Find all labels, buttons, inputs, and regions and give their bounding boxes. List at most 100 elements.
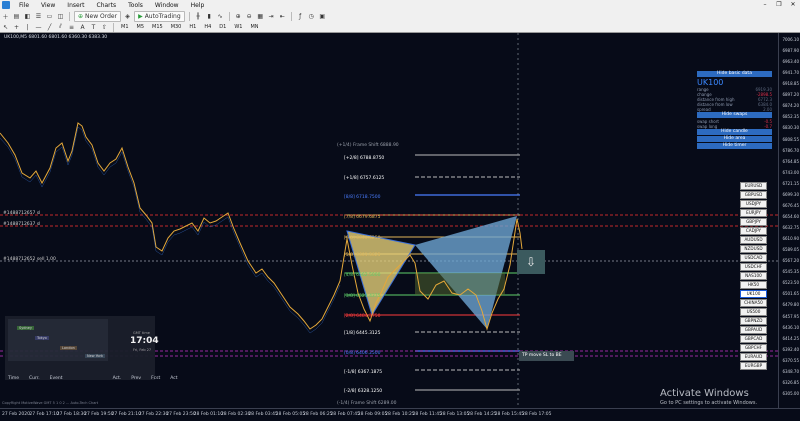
fibonacci-icon[interactable]: ≡ — [67, 23, 76, 32]
clock-time: 17:04 — [130, 336, 159, 346]
symbol-button[interactable]: EURAUD — [740, 353, 767, 361]
time-tick-label: 28 Feb 14:25 — [467, 412, 497, 417]
indicators-icon[interactable]: ƒ — [296, 12, 305, 21]
autotrading-button[interactable]: ▶ AutoTrading — [134, 10, 185, 22]
level-8-8: [8/8] 6718.7500 — [344, 195, 381, 200]
symbol-button[interactable]: US500 — [740, 308, 767, 316]
navigator-icon[interactable]: ☰ — [34, 12, 43, 21]
hide-area-button[interactable]: Hide area — [697, 136, 772, 142]
sl-label-2[interactable]: #1488712637 sl — [3, 222, 40, 227]
hide-timer-button[interactable]: Hide timer — [697, 143, 772, 149]
auto-scroll-icon[interactable]: ⇥ — [267, 12, 276, 21]
tester-icon[interactable]: ◫ — [56, 12, 65, 21]
new-chart-icon[interactable]: ＋ — [1, 12, 10, 21]
timeframe-w1[interactable]: W1 — [230, 24, 246, 30]
symbol-button[interactable]: GBPUSD — [740, 191, 767, 199]
timeframe-m15[interactable]: M15 — [148, 24, 167, 30]
time-axis[interactable]: 27 Feb 2020 27 Feb 17:10 27 Feb 18:30 27 Fe… — [0, 408, 800, 421]
symbol-button[interactable]: AUDUSD — [740, 236, 767, 244]
level-plus2: [+2/8] 6788.8750 — [344, 156, 385, 161]
timeframe-h4[interactable]: H4 — [200, 24, 215, 30]
trendline-icon[interactable]: ╱ — [45, 23, 54, 32]
label-icon[interactable]: T — [89, 23, 98, 32]
symbol-button[interactable]: USDCAD — [740, 254, 767, 262]
symbol-button[interactable]: EURJPY — [740, 209, 767, 217]
horizontal-line-icon[interactable]: — — [34, 23, 43, 32]
menu-charts[interactable]: Charts — [91, 2, 123, 9]
zoom-in-icon[interactable]: ⊕ — [234, 12, 243, 21]
vertical-line-icon[interactable]: | — [23, 23, 32, 32]
timeframe-m30[interactable]: M30 — [167, 24, 186, 30]
symbol-button[interactable]: EURGBP — [740, 362, 767, 370]
price-axis[interactable]: 7006.10 6987.90 6963.40 6941.70 6918.85 6897.… — [778, 33, 800, 408]
hide-swaps-button[interactable]: Hide swaps — [697, 112, 772, 118]
sell-label[interactable]: #1488712652 sell 1.00 — [3, 257, 56, 262]
price-tick-label: 6370.55 — [782, 357, 799, 363]
bar-chart-icon[interactable]: ╫ — [194, 12, 203, 21]
level-6-8: [6/8] 6640.6250 — [344, 236, 381, 241]
minimize-icon[interactable]: – — [758, 0, 772, 10]
menu-file[interactable]: File — [13, 2, 35, 9]
sl-label-1[interactable]: #1488712657 sl — [3, 211, 40, 216]
time-tick-label: 27 Feb 23:50 — [166, 412, 196, 417]
level-7-8: [7/8] 6679.6875 — [344, 215, 381, 220]
symbol-button[interactable]: HK50 — [740, 281, 767, 289]
crosshair-icon[interactable]: + — [12, 23, 21, 32]
market-watch-icon[interactable]: ◧ — [23, 12, 32, 21]
new-order-button[interactable]: ⊕ New Order — [74, 10, 122, 22]
divider — [290, 11, 292, 21]
level-frame-shift-bottom: (-1/4) Frame Shift 6289.00 — [337, 401, 397, 406]
level-4-8: [4/8] 6562.5000 — [344, 273, 381, 278]
symbol-button[interactable]: GBPAUD — [740, 326, 767, 334]
text-icon[interactable]: A — [78, 23, 87, 32]
timeframe-d1[interactable]: D1 — [215, 24, 230, 30]
symbol-button[interactable]: USDCHF — [740, 263, 767, 271]
zoom-out-icon[interactable]: ⊖ — [245, 12, 254, 21]
symbol-button[interactable]: NAS100 — [740, 272, 767, 280]
watermark-title: Activate Windows — [660, 388, 749, 399]
menu-help[interactable]: Help — [185, 2, 211, 9]
cursor-icon[interactable]: ↖ — [1, 23, 10, 32]
menu-window[interactable]: Window — [149, 2, 185, 9]
hide-candle-button[interactable]: Hide candle — [697, 129, 772, 135]
menu-insert[interactable]: Insert — [61, 2, 90, 9]
candlestick-icon[interactable]: ▮ — [205, 12, 214, 21]
price-tick-label: 6501.65 — [782, 291, 799, 297]
metaeditor-icon[interactable]: ◈ — [123, 12, 132, 21]
arrows-icon[interactable]: ⇧ — [100, 23, 109, 32]
symbol-button[interactable]: NZDUSD — [740, 245, 767, 253]
time-tick-label: 28 Feb 01:10 — [193, 412, 224, 417]
timeframe-m5[interactable]: M5 — [133, 24, 149, 30]
symbol-button-active[interactable]: UK100 — [740, 290, 767, 298]
templates-icon[interactable]: ▣ — [318, 12, 327, 21]
menu-view[interactable]: View — [35, 2, 61, 9]
symbol-button[interactable]: USDJPY — [740, 200, 767, 208]
chart-area[interactable]: UK100,M5 6801.60 6801.60 6360.30 6383.30 — [0, 33, 778, 408]
symbol-button[interactable]: CADJPY — [740, 227, 767, 235]
symbol-button[interactable]: GBPCHF — [740, 344, 767, 352]
tile-windows-icon[interactable]: ▦ — [256, 12, 265, 21]
time-tick-label: 27 Feb 19:50 — [84, 412, 114, 417]
clock-date: Fri, Feb 27 — [133, 348, 152, 352]
line-chart-icon[interactable]: ∿ — [216, 12, 225, 21]
hide-basic-data-button[interactable]: Hide basic data — [697, 71, 772, 77]
terminal-icon[interactable]: ▭ — [45, 12, 54, 21]
channel-icon[interactable]: ⫽ — [56, 23, 65, 32]
restore-icon[interactable]: ❐ — [772, 0, 786, 10]
time-tick-label: 28 Feb 02:30 — [220, 412, 251, 417]
menu-tools[interactable]: Tools — [122, 2, 149, 9]
symbol-button[interactable]: GBPCAD — [740, 335, 767, 343]
price-tick-label: 6918.85 — [782, 81, 799, 87]
timeframe-mn[interactable]: MN — [246, 24, 262, 30]
chart-shift-icon[interactable]: ⇤ — [278, 12, 287, 21]
symbol-button[interactable]: EURUSD — [740, 182, 767, 190]
timeframe-m1[interactable]: M1 — [117, 24, 133, 30]
timeframe-h1[interactable]: H1 — [185, 24, 200, 30]
tp-move-sl-label[interactable]: TP move SL to BE — [519, 351, 574, 361]
periods-icon[interactable]: ◷ — [307, 12, 316, 21]
symbol-button[interactable]: CHINA50 — [740, 299, 767, 307]
profiles-icon[interactable]: ▤ — [12, 12, 21, 21]
close-icon[interactable]: ✕ — [786, 0, 800, 10]
symbol-button[interactable]: GBPNZD — [740, 317, 767, 325]
symbol-button[interactable]: GBPJPY — [740, 218, 767, 226]
